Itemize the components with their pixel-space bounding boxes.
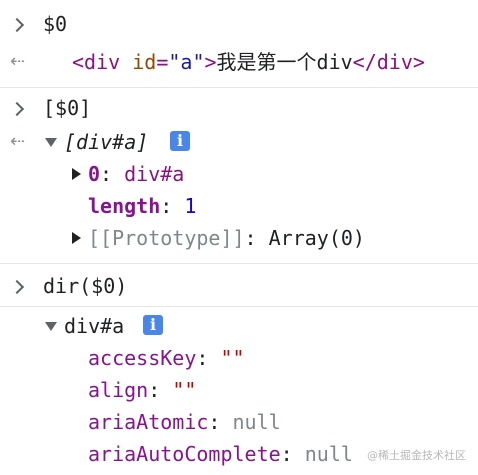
expand-triangle-right-icon[interactable] — [72, 168, 81, 180]
property-colon: : — [208, 410, 221, 434]
prototype-colon: : — [244, 226, 257, 250]
prototype-line[interactable]: [[Prototype]]: Array(0) — [0, 222, 478, 254]
object-label[interactable]: div#a — [64, 310, 124, 342]
property-row[interactable]: ariaAtomic: null — [0, 406, 478, 438]
property-row[interactable]: accessKey: "" — [0, 342, 478, 374]
array-item-value: div#a — [124, 162, 185, 186]
property-value: "" — [172, 378, 197, 402]
input-prompt-icon — [10, 92, 26, 124]
input-prompt-icon — [10, 8, 26, 40]
array-item-index: 0 — [88, 162, 101, 186]
property-key: accessKey — [88, 346, 197, 370]
array-label[interactable]: [div#a] — [64, 126, 148, 158]
attribute-value: "a" — [168, 50, 205, 74]
property-value: "" — [220, 346, 245, 370]
property-row[interactable]: align: "" — [0, 374, 478, 406]
expand-triangle-down-icon[interactable] — [45, 322, 57, 331]
property-entry[interactable]: align: "" — [88, 374, 196, 406]
property-value: null — [232, 410, 281, 434]
close-tag-close: > — [412, 50, 425, 74]
prototype-entry[interactable]: [[Prototype]]: Array(0) — [88, 222, 365, 254]
console-input-line: dir($0) — [0, 270, 478, 302]
array-item-line[interactable]: 0: div#a — [0, 158, 478, 190]
array-header-line[interactable]: ⇠ [div#a] i — [0, 126, 478, 158]
property-colon: : — [148, 378, 161, 402]
attribute-name: id — [132, 50, 157, 74]
property-value: null — [304, 442, 353, 466]
console-input-text[interactable]: dir($0) — [43, 270, 127, 302]
length-entry: length: 1 — [88, 190, 196, 222]
close-tag-open: </ — [352, 50, 377, 74]
console-output-line: ⇠ <div id="a">我是第一个div</div> — [0, 46, 478, 78]
attribute-equals: = — [156, 50, 169, 74]
length-key: length — [88, 194, 161, 218]
watermark-text: @稀土掘金技术社区 — [367, 449, 466, 462]
output-return-icon: ⇠ — [10, 131, 26, 152]
property-key: ariaAutoComplete — [88, 442, 281, 466]
property-entry[interactable]: ariaAtomic: null — [88, 406, 281, 438]
property-key: align — [88, 378, 149, 402]
console-entry-2: [$0] ⇠ [div#a] i 0: div#a length: 1 [[Pr… — [0, 88, 478, 264]
prototype-value: Array(0) — [268, 226, 365, 250]
output-return-icon: ⇠ — [10, 51, 26, 72]
array-item-colon: : — [100, 162, 113, 186]
property-colon: : — [196, 346, 209, 370]
info-icon[interactable]: i — [170, 131, 190, 151]
property-key: ariaAtomic — [88, 410, 209, 434]
info-icon[interactable]: i — [143, 315, 163, 335]
array-item-entry[interactable]: 0: div#a — [88, 158, 184, 190]
console-input-text[interactable]: [$0] — [43, 92, 91, 124]
console-input-line: [$0] — [0, 92, 478, 124]
element-node-output[interactable]: <div id="a">我是第一个div</div> — [72, 46, 425, 78]
length-colon: : — [160, 194, 173, 218]
property-entry[interactable]: ariaAutoComplete: null — [88, 438, 353, 470]
console-input-line: $0 — [0, 8, 478, 40]
object-header-line[interactable]: div#a i — [0, 310, 478, 342]
property-colon: : — [280, 442, 293, 466]
entry-divider — [0, 306, 478, 307]
console-entry-3: dir($0) div#a i accessKey: "" align: "" … — [0, 264, 478, 475]
close-tag-name: div — [376, 50, 413, 74]
prototype-key: [[Prototype]] — [88, 226, 245, 250]
devtools-console: $0 ⇠ <div id="a">我是第一个div</div> [$0] ⇠ [… — [0, 0, 478, 475]
input-prompt-icon — [10, 270, 26, 302]
open-bracket: < — [72, 50, 85, 74]
expand-triangle-down-icon[interactable] — [45, 138, 57, 147]
length-value: 1 — [184, 194, 197, 218]
property-entry[interactable]: accessKey: "" — [88, 342, 245, 374]
tag-name: div — [84, 50, 121, 74]
array-length-line: length: 1 — [0, 190, 478, 222]
expand-triangle-right-icon[interactable] — [72, 232, 81, 244]
element-text-content: 我是第一个div — [216, 50, 353, 74]
open-tag-close: > — [204, 50, 217, 74]
console-input-text[interactable]: $0 — [43, 8, 67, 40]
console-entry-1: $0 ⇠ <div id="a">我是第一个div</div> — [0, 0, 478, 88]
